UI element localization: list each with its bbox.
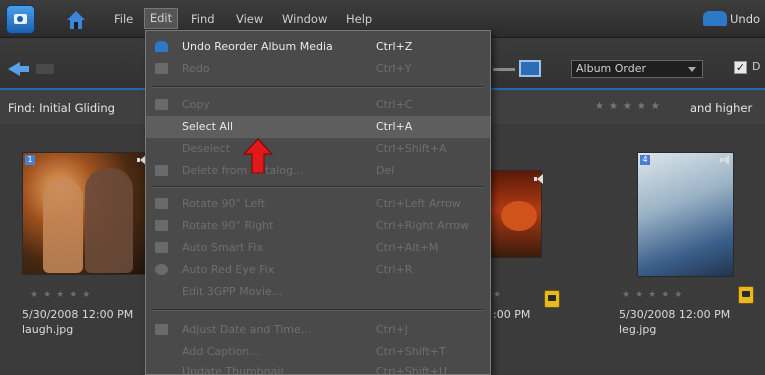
menu-item-label: Redo (182, 62, 210, 75)
undo-icon (155, 41, 168, 52)
menu-item-label: Auto Smart Fix (182, 241, 263, 254)
large-thumbnail-icon[interactable] (519, 60, 541, 77)
menu-item-rotate-left[interactable]: Rotate 90° Left Ctrl+Left Arrow (146, 193, 490, 215)
photo-thumbnail[interactable] (637, 152, 734, 277)
undo-button[interactable]: Undo (698, 8, 765, 30)
menu-separator (152, 309, 484, 311)
photo-filename: leg.jpg (619, 323, 657, 336)
menu-item-label: Auto Red Eye Fix (182, 263, 275, 276)
thumbnail-size-slider[interactable] (493, 68, 515, 71)
details-checkbox[interactable]: ✓ (734, 61, 747, 74)
menu-item-shortcut: Del (376, 164, 395, 177)
photo-number-badge: 4 (640, 155, 650, 165)
redo-icon (155, 63, 168, 74)
photo-rating[interactable]: ★ (493, 290, 506, 300)
find-query-text: Find: Initial Gliding (8, 101, 115, 115)
menu-item-add-caption[interactable]: Add Caption... Ctrl+Shift+T (146, 341, 490, 363)
details-label: D (752, 60, 761, 73)
menu-item-shortcut: Ctrl+Right Arrow (376, 219, 470, 232)
photo-rating[interactable]: ★★★★★ (622, 290, 687, 300)
photo-filename: laugh.jpg (22, 323, 74, 336)
menu-item-label: Edit 3GPP Movie... (182, 285, 283, 298)
menu-item-select-all[interactable]: Select All Ctrl+A (146, 116, 490, 138)
menu-separator (152, 186, 484, 188)
menu-edit[interactable]: Edit (144, 8, 178, 29)
copy-icon (155, 99, 168, 110)
photo-number-badge: 1 (25, 155, 35, 165)
photo-thumbnail[interactable] (22, 152, 146, 275)
menu-item-label: Add Caption... (182, 345, 260, 358)
menu-item-shortcut: Ctrl+Alt+M (376, 241, 439, 254)
back-arrow-icon[interactable] (8, 62, 30, 76)
menu-find[interactable]: Find (191, 12, 215, 26)
menu-item-label: Update Thumbnail (182, 365, 284, 375)
rating-filter-stars[interactable]: ★★★★★ (595, 101, 665, 112)
menu-item-label: Rotate 90° Right (182, 219, 274, 232)
menu-item-shortcut: Ctrl+Left Arrow (376, 197, 461, 210)
photo-rating[interactable]: ★★★★★ (30, 290, 95, 300)
home-icon[interactable] (66, 10, 86, 30)
menu-item-redo[interactable]: Redo Ctrl+Y (146, 58, 490, 80)
menu-item-shortcut: Ctrl+A (376, 120, 413, 133)
menu-item-rotate-right[interactable]: Rotate 90° Right Ctrl+Right Arrow (146, 215, 490, 237)
menu-item-shortcut: Ctrl+Shift+A (376, 142, 447, 155)
menu-item-undo[interactable]: Undo Reorder Album Media Ctrl+Z (146, 36, 490, 58)
chevron-down-icon (688, 67, 696, 72)
menu-item-edit-3gpp-movie[interactable]: Edit 3GPP Movie... (146, 281, 490, 303)
audio-icon (720, 155, 730, 165)
menu-item-shortcut: Ctrl+Z (376, 40, 413, 53)
menu-item-deselect[interactable]: Deselect Ctrl+Shift+A (146, 138, 490, 160)
menu-item-update-thumbnail[interactable]: Update Thumbnail Ctrl+Shift+U (146, 361, 490, 375)
version-set-icon[interactable] (544, 290, 560, 308)
rotate-right-icon (155, 220, 168, 231)
menu-item-shortcut: Ctrl+Shift+T (376, 345, 446, 358)
menu-window[interactable]: Window (282, 12, 327, 26)
rotate-left-icon (155, 198, 168, 209)
undo-icon (703, 11, 727, 26)
audio-icon (534, 174, 544, 184)
undo-label: Undo (730, 12, 761, 26)
calendar-icon (155, 324, 168, 335)
menu-item-shortcut: Ctrl+J (376, 323, 409, 336)
menu-item-label: Deselect (182, 142, 230, 155)
menu-help[interactable]: Help (346, 12, 372, 26)
trash-icon (155, 165, 168, 176)
smart-fix-icon (155, 242, 168, 253)
photo-date: :00 PM (493, 308, 531, 321)
menu-item-adjust-date-time[interactable]: Adjust Date and Time... Ctrl+J (146, 319, 490, 341)
menu-item-copy[interactable]: Copy Ctrl+C (146, 94, 490, 116)
menu-item-delete-from-catalog[interactable]: Delete from Catalog... Del (146, 160, 490, 182)
edit-menu-dropdown: Undo Reorder Album Media Ctrl+Z Redo Ctr… (145, 30, 491, 375)
menu-item-label: Select All (182, 120, 234, 133)
version-set-icon[interactable] (738, 286, 754, 304)
red-eye-icon (155, 264, 168, 275)
menu-item-label: Undo Reorder Album Media (182, 40, 333, 53)
menu-view[interactable]: View (236, 12, 263, 26)
red-arrow-annotation-icon (243, 138, 273, 174)
menu-separator (152, 86, 484, 88)
menu-item-shortcut: Ctrl+Shift+U (376, 365, 448, 375)
forward-button[interactable] (36, 64, 54, 74)
photo-date: 5/30/2008 12:00 PM (619, 308, 731, 321)
menu-item-auto-red-eye-fix[interactable]: Auto Red Eye Fix Ctrl+R (146, 259, 490, 281)
menu-item-label: Copy (182, 98, 210, 111)
rating-filter-label[interactable]: and higher (690, 101, 752, 115)
app-camera-icon[interactable] (6, 5, 35, 34)
menu-item-shortcut: Ctrl+C (376, 98, 413, 111)
sort-order-select[interactable]: Album Order (571, 60, 703, 78)
sort-order-value: Album Order (576, 62, 647, 75)
menu-file[interactable]: File (114, 12, 133, 26)
photo-date: 5/30/2008 12:00 PM (22, 308, 134, 321)
menu-item-auto-smart-fix[interactable]: Auto Smart Fix Ctrl+Alt+M (146, 237, 490, 259)
menu-item-label: Adjust Date and Time... (182, 323, 312, 336)
menu-item-shortcut: Ctrl+R (376, 263, 413, 276)
menu-item-shortcut: Ctrl+Y (376, 62, 412, 75)
menu-item-label: Rotate 90° Left (182, 197, 266, 210)
